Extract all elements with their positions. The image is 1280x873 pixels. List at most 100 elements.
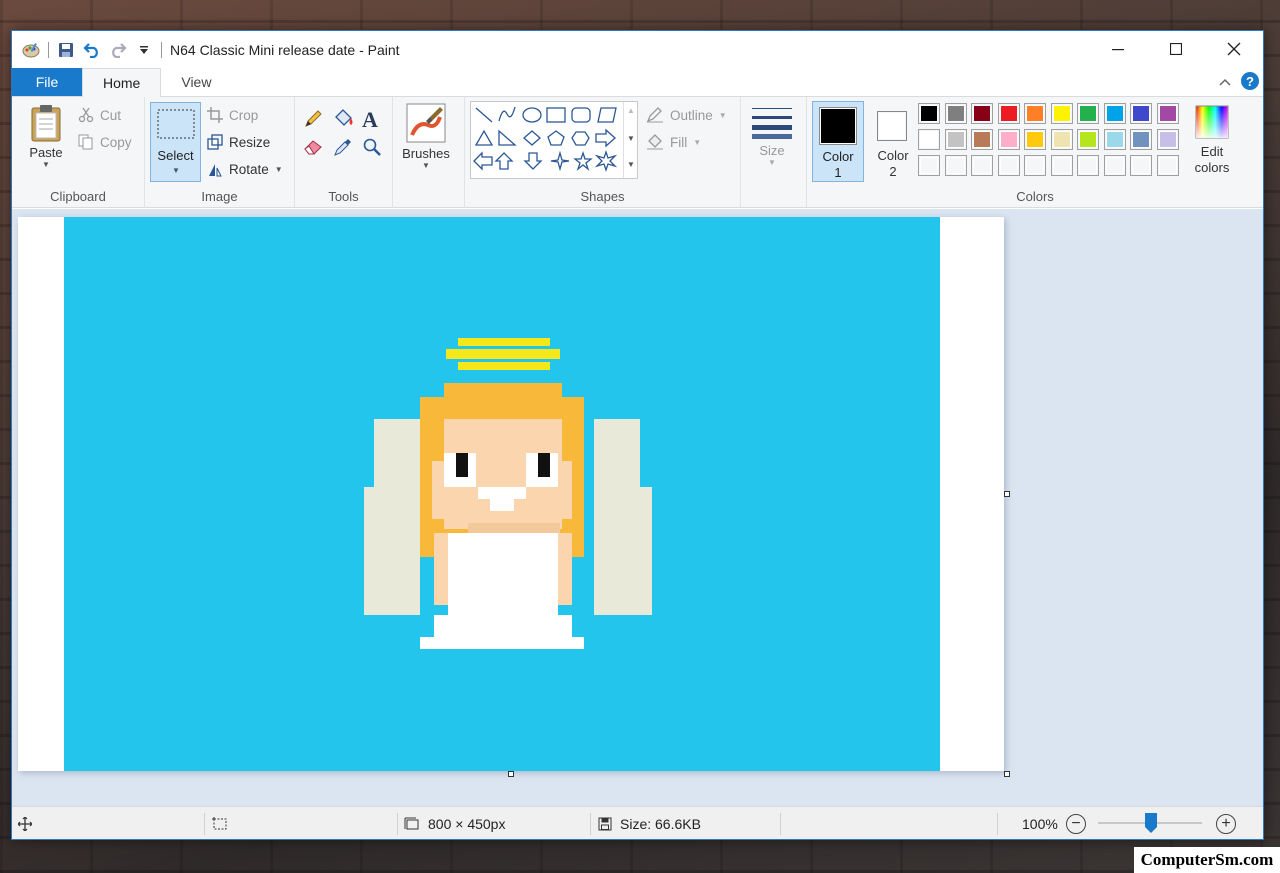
palette-swatch[interactable] bbox=[1103, 129, 1126, 150]
palette-swatch[interactable] bbox=[1130, 103, 1152, 124]
paint-bucket-icon bbox=[335, 109, 353, 126]
fill-tool[interactable] bbox=[332, 109, 354, 132]
palette-swatch[interactable] bbox=[1103, 103, 1126, 124]
palette-swatch[interactable] bbox=[1077, 155, 1099, 176]
palette-swatch-color bbox=[1079, 157, 1097, 174]
select-button[interactable]: Select ▼ bbox=[150, 102, 201, 182]
minimize-button[interactable] bbox=[1089, 31, 1147, 67]
paste-button[interactable]: Paste ▼ bbox=[24, 103, 68, 169]
fill-dropdown-icon[interactable]: ▼ bbox=[693, 138, 701, 147]
color2-button[interactable]: Color 2 bbox=[870, 101, 922, 182]
shapes-gallery-scroll[interactable]: ▲ ▼ ▼ bbox=[623, 102, 637, 178]
resize-button[interactable]: Resize bbox=[207, 134, 270, 150]
scroll-down-icon[interactable]: ▼ bbox=[627, 134, 635, 143]
palette-swatch[interactable] bbox=[918, 155, 940, 176]
right-arm bbox=[558, 533, 572, 605]
customize-qat-icon[interactable] bbox=[135, 41, 153, 59]
palette-swatch[interactable] bbox=[918, 129, 940, 150]
outline-button[interactable]: Outline ▼ bbox=[646, 107, 727, 123]
palette-swatch[interactable] bbox=[971, 129, 993, 150]
pencil-tool[interactable] bbox=[303, 109, 323, 132]
save-icon[interactable] bbox=[57, 41, 75, 59]
tab-view[interactable]: View bbox=[161, 68, 231, 96]
rotate-dropdown-icon[interactable]: ▼ bbox=[275, 165, 283, 174]
palette-swatch[interactable] bbox=[1156, 129, 1179, 150]
resize-handle-bottom[interactable] bbox=[508, 771, 514, 777]
clipboard-group: Paste ▼ Cut Copy Clipboard bbox=[12, 97, 145, 208]
collapse-ribbon-icon[interactable] bbox=[1219, 74, 1231, 89]
color-picker-tool[interactable] bbox=[333, 137, 353, 160]
maximize-button[interactable] bbox=[1147, 31, 1205, 67]
canvas-image[interactable] bbox=[64, 217, 940, 771]
tab-home[interactable]: Home bbox=[82, 68, 162, 97]
eraser-tool[interactable] bbox=[303, 137, 325, 158]
palette-swatch[interactable] bbox=[971, 155, 993, 176]
palette-swatch[interactable] bbox=[1024, 155, 1046, 176]
rotate-button[interactable]: Rotate ▼ bbox=[207, 161, 283, 177]
palette-swatch-color bbox=[946, 157, 965, 174]
title-bar: N64 Classic Mini release date - Paint bbox=[12, 31, 1263, 69]
fill-button[interactable]: Fill ▼ bbox=[646, 134, 701, 150]
outline-dropdown-icon[interactable]: ▼ bbox=[719, 111, 727, 120]
gallery-expand-icon[interactable]: ▼ bbox=[627, 160, 635, 169]
tab-file[interactable]: File bbox=[12, 68, 82, 96]
zoom-out-button[interactable]: − bbox=[1066, 814, 1086, 834]
cut-button[interactable]: Cut bbox=[78, 107, 121, 123]
move-cursor-icon bbox=[18, 816, 32, 831]
palette-swatch[interactable] bbox=[1050, 103, 1073, 124]
text-tool-icon[interactable]: A bbox=[362, 107, 378, 133]
palette-swatch-color bbox=[1052, 157, 1071, 174]
brushes-dropdown-icon[interactable]: ▼ bbox=[422, 161, 430, 170]
resize-handle-right[interactable] bbox=[1004, 491, 1010, 497]
palette-swatch[interactable] bbox=[944, 129, 967, 150]
brushes-button[interactable]: Brushes ▼ bbox=[399, 103, 453, 170]
palette-swatch[interactable] bbox=[1103, 155, 1126, 176]
workspace[interactable] bbox=[12, 209, 1263, 807]
palette-swatch[interactable] bbox=[918, 103, 940, 124]
copy-button[interactable]: Copy bbox=[78, 134, 132, 150]
close-button[interactable] bbox=[1205, 31, 1263, 67]
palette-swatch[interactable] bbox=[1050, 155, 1073, 176]
resize-handle-corner[interactable] bbox=[1004, 771, 1010, 777]
palette-swatch[interactable] bbox=[971, 103, 993, 124]
magnifier-tool[interactable] bbox=[362, 137, 382, 160]
palette-swatch[interactable] bbox=[1156, 155, 1179, 176]
zoom-slider-thumb[interactable] bbox=[1145, 813, 1157, 833]
selection-size-icon bbox=[212, 816, 227, 829]
paste-icon bbox=[31, 105, 61, 142]
palette-swatch[interactable] bbox=[944, 155, 967, 176]
left-pupil bbox=[456, 453, 468, 477]
help-icon[interactable]: ? bbox=[1241, 72, 1259, 90]
size-dropdown-icon[interactable]: ▼ bbox=[768, 158, 776, 167]
image-dimensions: 800 × 450px bbox=[404, 807, 505, 840]
palette-swatch[interactable] bbox=[997, 129, 1020, 150]
scroll-up-icon[interactable]: ▲ bbox=[627, 106, 635, 115]
paste-dropdown-icon[interactable]: ▼ bbox=[42, 160, 50, 169]
palette-swatch[interactable] bbox=[1024, 129, 1046, 150]
palette-swatch[interactable] bbox=[1156, 103, 1179, 124]
palette-swatch[interactable] bbox=[1077, 103, 1099, 124]
palette-swatch-color bbox=[973, 105, 991, 122]
palette-swatch[interactable] bbox=[997, 155, 1020, 176]
palette-swatch[interactable] bbox=[1024, 103, 1046, 124]
palette-swatch-color bbox=[946, 105, 965, 122]
select-dropdown-icon[interactable]: ▼ bbox=[172, 166, 180, 175]
palette-swatch[interactable] bbox=[1130, 129, 1152, 150]
palette-swatch[interactable] bbox=[944, 103, 967, 124]
zoom-in-button[interactable]: + bbox=[1216, 814, 1236, 834]
palette-swatch[interactable] bbox=[1050, 129, 1073, 150]
palette-swatch[interactable] bbox=[1130, 155, 1152, 176]
undo-icon[interactable] bbox=[83, 41, 101, 59]
edit-colors-button[interactable]: Edit colors bbox=[1190, 105, 1234, 176]
paint-app-icon[interactable] bbox=[22, 41, 40, 59]
palette-swatch-color bbox=[1026, 157, 1044, 174]
palette-swatch[interactable] bbox=[1077, 129, 1099, 150]
crop-button[interactable]: Crop bbox=[207, 107, 258, 123]
color1-button[interactable]: Color 1 bbox=[812, 101, 864, 182]
size-button[interactable]: Size ▼ bbox=[750, 105, 794, 167]
palette-swatch-color bbox=[1079, 131, 1097, 148]
redo-icon[interactable] bbox=[109, 41, 127, 59]
color1-swatch bbox=[821, 109, 855, 143]
fill-label: Fill bbox=[670, 134, 688, 150]
palette-swatch[interactable] bbox=[997, 103, 1020, 124]
